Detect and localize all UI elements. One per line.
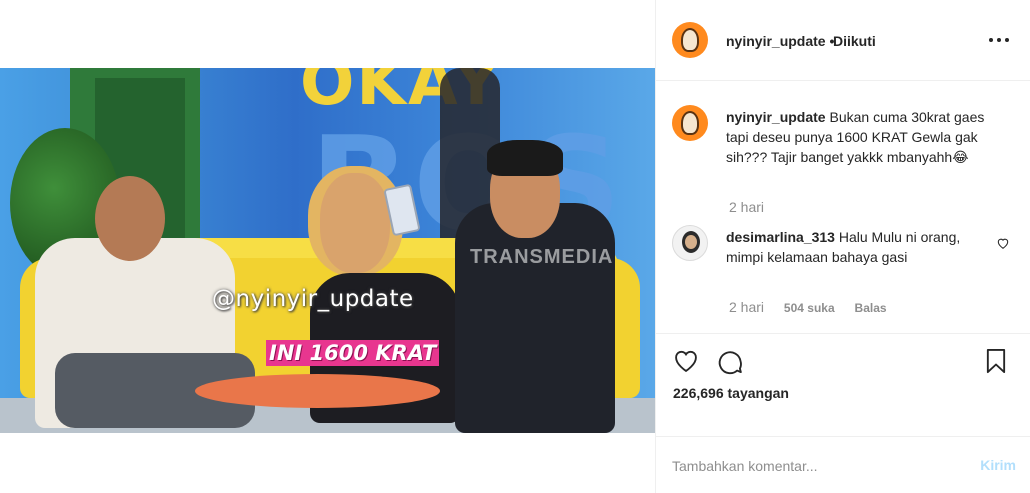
person-right-body [455,203,615,433]
comment-timestamp[interactable]: 2 hari [729,299,764,315]
person-right-hair [487,140,563,176]
username-link[interactable]: nyinyir_update [726,33,826,49]
post-video[interactable]: OKAY BOS TRANSMEDIA @nyinyir_update INI … [0,68,655,433]
post-details-pane: nyinyir_update • Diikuti nyinyir_update … [655,0,1030,493]
person-left-head [95,176,165,261]
post-header: nyinyir_update • Diikuti [656,0,1030,81]
comment-likes[interactable]: 504 suka [784,301,835,315]
view-count-label: tayangan [727,385,789,401]
post-actions: 226,696 tayangan [656,333,1030,436]
comment-like-icon[interactable] [996,236,1010,250]
avatar-image [681,28,699,52]
bookmark-icon[interactable] [982,347,1010,375]
caption-avatar[interactable] [672,105,708,141]
caption-timestamp[interactable]: 2 hari [729,199,764,215]
channel-watermark: TRANSMEDIA [470,246,614,268]
commenter-avatar[interactable] [672,225,708,261]
comment-bubble-icon[interactable] [716,347,744,375]
caption-username[interactable]: nyinyir_update [726,109,826,125]
avatar-image [681,111,699,135]
video-caption-overlay: INI 1600 KRAT [266,340,440,366]
comment-username[interactable]: desimarlina_313 [726,229,835,245]
comment-text-block: desimarlina_313 Halu Mulu ni orang, mimp… [726,227,976,267]
header-username[interactable]: nyinyir_update • [726,33,834,49]
view-count[interactable]: 226,696 tayangan [673,385,789,401]
comment-meta: 2 hari 504 suka Balas [729,299,887,315]
view-count-number: 226,696 [673,385,724,401]
follow-status-button[interactable]: Diikuti [833,33,876,49]
post-comment-button[interactable]: Kirim [980,457,1016,473]
comment-input[interactable] [672,451,962,481]
comments-section[interactable]: nyinyir_update Bukan cuma 30krat gaes ta… [656,81,1030,333]
coffee-table [195,374,440,408]
media-pane: OKAY BOS TRANSMEDIA @nyinyir_update INI … [0,0,655,493]
person-middle-head [320,173,390,273]
more-horizontal-icon[interactable] [989,32,1009,48]
caption-text-block: nyinyir_update Bukan cuma 30krat gaes ta… [726,107,996,167]
add-comment-bar: Kirim [656,436,1030,493]
video-watermark: @nyinyir_update [212,286,414,312]
avatar-face [685,235,697,249]
comment-reply-button[interactable]: Balas [855,301,887,315]
avatar[interactable] [672,22,708,58]
heart-icon[interactable] [672,347,700,375]
